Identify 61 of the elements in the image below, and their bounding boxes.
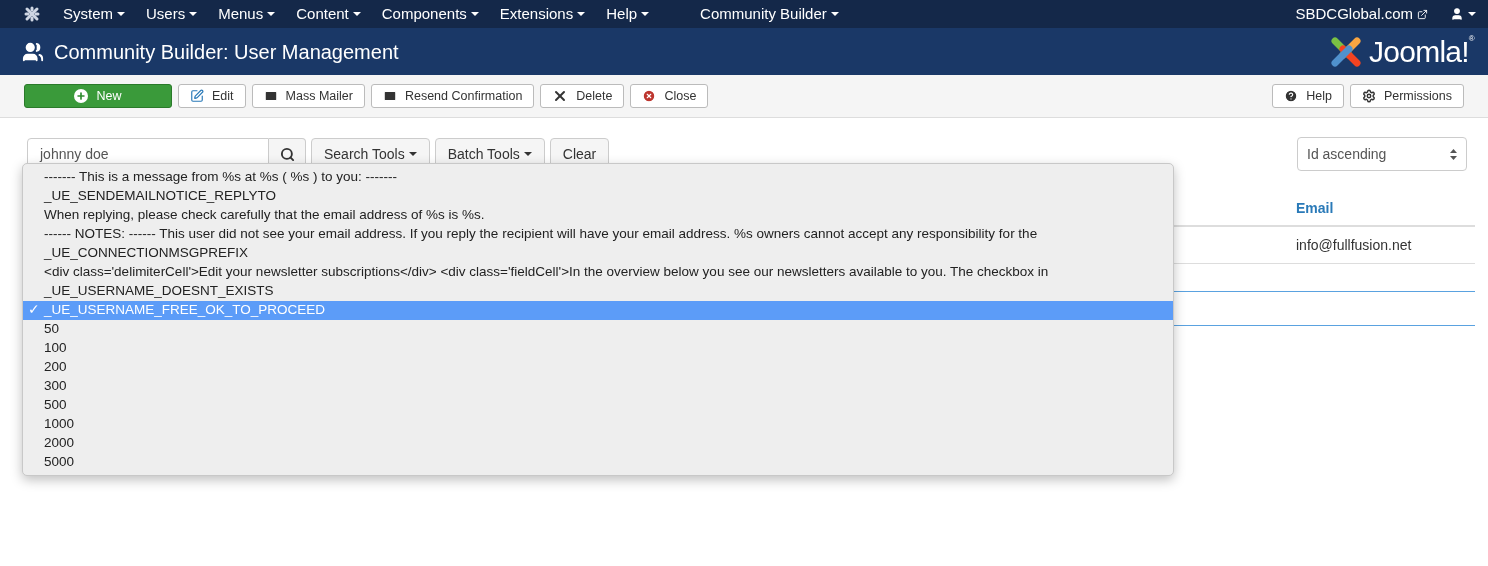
dropdown-option[interactable]: 5000	[23, 453, 1173, 472]
caret-icon	[352, 12, 361, 16]
toolbar-button[interactable]: Help	[1272, 84, 1344, 108]
caret-icon	[408, 152, 417, 156]
logo-wordmark: Joomla!®	[1369, 33, 1474, 70]
site-link[interactable]: SBDCGlobal.com	[1295, 2, 1428, 26]
external-link-icon	[1417, 8, 1428, 20]
toolbar-button[interactable]: Resend Confirmation	[370, 84, 535, 108]
menu-item[interactable]: Menus	[218, 2, 276, 26]
settings-icon	[1361, 89, 1376, 103]
toolbar-button[interactable]: Permissions	[1349, 84, 1464, 108]
dropdown-option[interactable]: 500	[23, 396, 1173, 415]
caret-icon	[523, 152, 532, 156]
caret-icon	[117, 12, 125, 16]
dropdown-option[interactable]: 200	[23, 358, 1173, 377]
mail-icon	[382, 89, 397, 103]
dropdown-option[interactable]: _UE_USERNAME_DOESNT_EXISTS	[23, 282, 1173, 301]
toolbar-button[interactable]: Edit	[178, 84, 246, 108]
dropdown-option[interactable]: ------- This is a message from %s at %s ( %s ) to you: -------	[23, 168, 1173, 187]
caret-icon	[267, 12, 276, 16]
mail-icon	[263, 89, 278, 103]
dropdown-option[interactable]: _UE_CONNECTIONMSGPREFIX	[23, 244, 1173, 263]
plus-icon	[74, 89, 89, 103]
table-cell-text: info@fullfusion.net	[1296, 235, 1412, 255]
help-icon	[1284, 89, 1299, 103]
dropdown-option[interactable]: 100	[23, 339, 1173, 358]
joomla-icon	[23, 5, 41, 23]
caret-icon	[641, 12, 650, 16]
caret-icon	[470, 12, 479, 16]
caret-icon	[577, 12, 586, 16]
dropdown-option[interactable]: _UE_SENDEMAILNOTICE_REPLYTO	[23, 187, 1173, 206]
dropdown-option[interactable]: 2000	[23, 434, 1173, 453]
menu-item[interactable]: Users	[146, 2, 198, 26]
toolbar-button[interactable]: Delete	[540, 84, 625, 108]
dropdown-option[interactable]: 300	[23, 377, 1173, 396]
users-icon	[22, 40, 44, 63]
new-button[interactable]: New	[24, 84, 172, 108]
ordering-select[interactable]: Id ascending	[1297, 137, 1467, 171]
sort-arrows-icon	[1450, 148, 1457, 160]
close-icon	[642, 89, 657, 103]
dropdown-option[interactable]: ------ NOTES: ------ This user did not see your email address. If you reply the recipient will have your email address. %s owners cannot accept any responsibility for the	[23, 225, 1173, 244]
dropdown-option[interactable]: When replying, please check carefully that the email address of %s is %s.	[23, 206, 1173, 225]
menu-item[interactable]: Components	[381, 2, 479, 26]
menu-item[interactable]: Help	[606, 2, 650, 26]
edit-icon	[190, 89, 204, 103]
caret-icon	[189, 12, 198, 16]
menu-item[interactable]: System	[63, 2, 125, 26]
caret-icon	[1468, 12, 1476, 16]
dropdown-option[interactable]: 1000	[23, 415, 1173, 434]
dropdown-option[interactable]: <div class='delimiterCell'>Edit your newsletter subscriptions</div> <div class='fieldCell'>In the overview below you see our newsletters available to you. The checkbox in	[23, 263, 1173, 282]
toolbar-button[interactable]: Mass Mailer	[251, 84, 365, 108]
user-icon	[1450, 7, 1464, 21]
menu-item[interactable]: Content	[296, 2, 361, 26]
page-title: Community Builder: User Management	[54, 39, 399, 65]
caret-icon	[830, 12, 839, 16]
menu-item[interactable]: Extensions	[499, 2, 586, 26]
user-menu[interactable]	[1450, 7, 1476, 21]
dropdown-option[interactable]: 50	[23, 320, 1173, 339]
menu-item[interactable]: Community Builder	[700, 2, 839, 26]
search-icon	[279, 146, 295, 162]
toolbar-button[interactable]: Close	[630, 84, 709, 108]
